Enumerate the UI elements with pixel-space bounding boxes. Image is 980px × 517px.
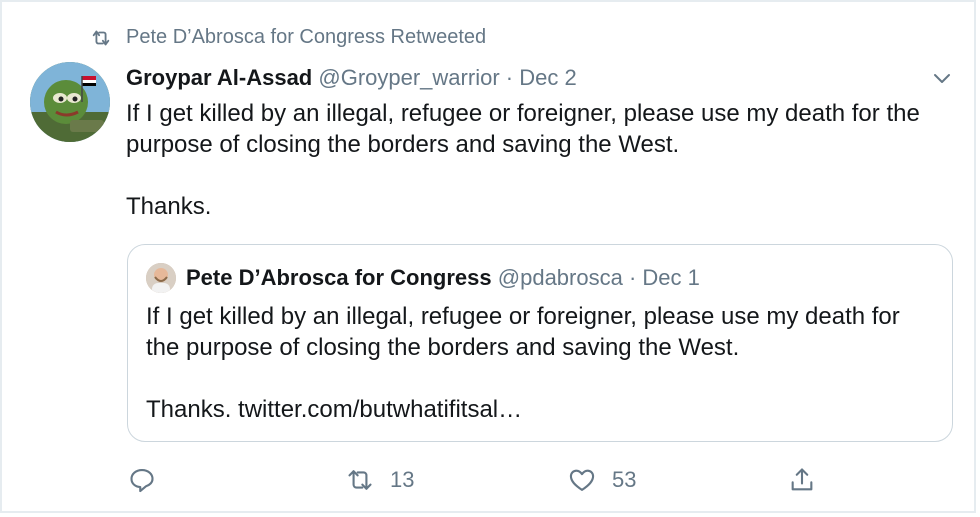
tweet-header: Groypar Al-Assad @Groyper_warrior · Dec … bbox=[126, 64, 577, 92]
share-icon bbox=[791, 468, 813, 491]
tweet-text: If I get killed by an illegal, refugee o… bbox=[126, 98, 946, 222]
quoted-tweet-paragraph: If I get killed by an illegal, refugee o… bbox=[146, 303, 900, 361]
like-count: 53 bbox=[612, 467, 637, 492]
retweet-context-label[interactable]: Pete D’Abrosca for Congress Retweeted bbox=[126, 26, 486, 49]
quoted-author-handle[interactable]: @pdabrosca bbox=[498, 265, 623, 291]
retweet-icon bbox=[348, 470, 372, 490]
avatar[interactable] bbox=[30, 62, 110, 142]
reply-button[interactable] bbox=[128, 466, 172, 494]
tweet-actions: 13 53 bbox=[2, 466, 974, 502]
tweet-paragraph: If I get killed by an illegal, refugee o… bbox=[126, 100, 920, 158]
tweet-card[interactable]: Pete D’Abrosca for Congress Retweeted Gr… bbox=[0, 0, 976, 513]
author-handle[interactable]: @Groyper_warrior bbox=[318, 65, 499, 90]
retweet-icon bbox=[92, 30, 110, 45]
chevron-down-icon[interactable] bbox=[930, 66, 954, 90]
quoted-tweet-date[interactable]: Dec 1 bbox=[642, 265, 699, 291]
retweet-button[interactable]: 13 bbox=[346, 466, 414, 494]
separator: · bbox=[628, 265, 637, 290]
quoted-tweet[interactable]: Pete D’Abrosca for Congress @pdabrosca ·… bbox=[127, 244, 953, 442]
separator: · bbox=[505, 65, 514, 90]
quoted-tweet-header: Pete D’Abrosca for Congress @pdabrosca ·… bbox=[146, 263, 700, 293]
quoted-tweet-paragraph[interactable]: Thanks. twitter.com/butwhatifitsal… bbox=[146, 394, 936, 425]
share-button[interactable] bbox=[788, 466, 832, 494]
reply-icon bbox=[130, 469, 154, 493]
like-button[interactable]: 53 bbox=[568, 466, 636, 494]
quoted-avatar-image bbox=[146, 263, 176, 293]
author-name[interactable]: Groypar Al-Assad bbox=[126, 65, 312, 90]
quoted-tweet-text: If I get killed by an illegal, refugee o… bbox=[146, 301, 936, 425]
tweet-paragraph: Thanks. bbox=[126, 193, 212, 220]
quoted-avatar bbox=[146, 263, 176, 293]
avatar-image bbox=[30, 62, 110, 142]
retweet-count: 13 bbox=[390, 467, 415, 492]
retweet-context: Pete D’Abrosca for Congress Retweeted bbox=[90, 26, 486, 49]
heart-icon bbox=[569, 469, 595, 491]
tweet-date[interactable]: Dec 2 bbox=[519, 65, 576, 90]
quoted-author-name[interactable]: Pete D’Abrosca for Congress bbox=[186, 265, 492, 291]
